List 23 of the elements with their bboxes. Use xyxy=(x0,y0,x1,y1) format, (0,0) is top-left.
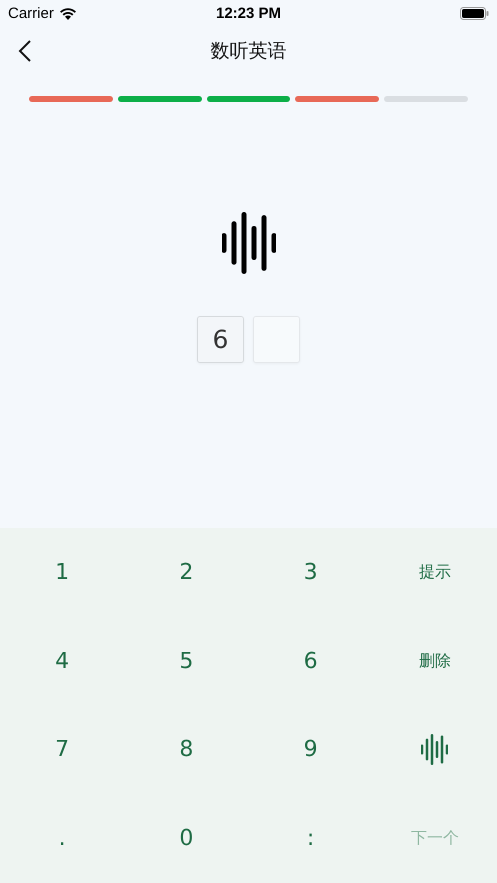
carrier-label: Carrier xyxy=(8,4,54,22)
keypad-key[interactable]: 3 xyxy=(280,547,341,598)
play-audio-button[interactable] xyxy=(222,212,276,274)
clock-time: 12:23 PM xyxy=(216,4,282,22)
keypad-key[interactable]: 6 xyxy=(280,636,341,686)
keypad-key[interactable]: 提示 xyxy=(404,547,465,598)
keypad-key[interactable]: 2 xyxy=(156,547,216,598)
page-title: 数听英语 xyxy=(210,39,286,64)
keypad-key[interactable]: 9 xyxy=(280,724,341,775)
wifi-icon xyxy=(58,6,77,20)
keypad-key[interactable]: 0 xyxy=(156,814,216,864)
keypad-key[interactable]: 7 xyxy=(32,724,92,775)
keypad-key[interactable]: 1 xyxy=(32,547,92,598)
sound-wave-icon xyxy=(421,734,448,766)
sound-wave-icon xyxy=(222,212,276,274)
answer-box[interactable]: 6 xyxy=(197,316,244,363)
keypad-key[interactable]: 8 xyxy=(156,724,216,775)
keypad-key[interactable]: : xyxy=(280,814,341,864)
battery-icon xyxy=(460,6,489,20)
keypad-key[interactable]: 5 xyxy=(156,636,216,686)
keypad-key[interactable]: 删除 xyxy=(404,636,465,686)
keypad-key[interactable]: 4 xyxy=(32,636,92,686)
keypad-key[interactable]: . xyxy=(32,814,92,864)
